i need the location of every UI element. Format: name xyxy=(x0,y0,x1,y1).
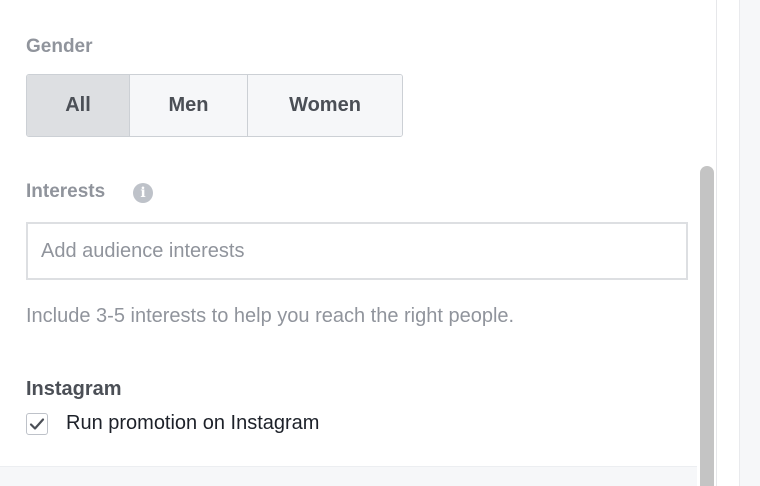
instagram-label: Instagram xyxy=(26,378,122,400)
right-side-panel xyxy=(716,0,760,486)
info-icon[interactable]: i xyxy=(133,183,153,203)
gender-segmented-control: All Men Women xyxy=(26,74,403,137)
gender-option-men[interactable]: Men xyxy=(130,75,248,136)
gender-label: Gender xyxy=(26,36,93,57)
instagram-checkbox-row[interactable]: Run promotion on Instagram xyxy=(26,412,319,435)
checkmark-icon xyxy=(29,417,45,430)
instagram-checkbox-label: Run promotion on Instagram xyxy=(66,412,320,434)
panel-footer xyxy=(0,466,697,486)
instagram-checkbox[interactable] xyxy=(26,412,48,435)
right-side-panel-inner xyxy=(739,0,760,486)
interests-label: Interests xyxy=(26,181,106,202)
gender-option-all[interactable]: All xyxy=(27,75,130,136)
scrollbar-thumb[interactable] xyxy=(700,166,714,486)
gender-option-women[interactable]: Women xyxy=(248,75,402,136)
audience-panel: Gender All Men Women Interests i Include… xyxy=(0,0,716,486)
interests-hint: Include 3-5 interests to help you reach … xyxy=(26,305,515,327)
interests-input[interactable] xyxy=(26,222,688,280)
